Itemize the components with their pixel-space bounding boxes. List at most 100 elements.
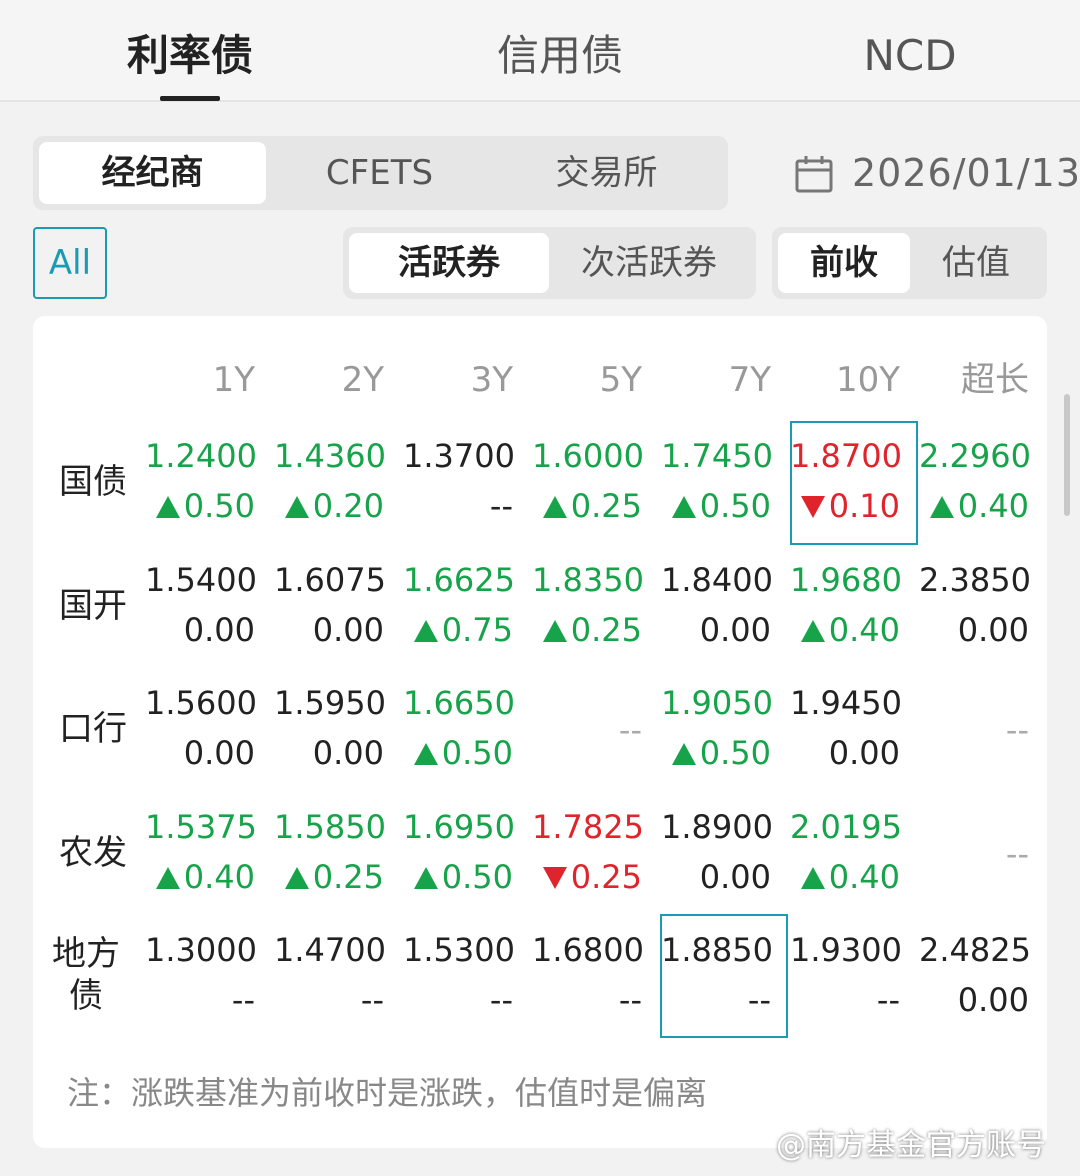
- change-text: --: [489, 487, 513, 525]
- change-value: 0.25: [532, 605, 642, 655]
- cell-treasury-ultra[interactable]: 2.2960 0.40: [919, 431, 1031, 531]
- cell-adbc-2y[interactable]: 1.5850 0.25: [274, 802, 386, 902]
- cell-treasury-1y[interactable]: 1.2400 0.50: [145, 431, 257, 531]
- cell-treasury-2y[interactable]: 1.4360 0.20: [274, 431, 386, 531]
- tab-credit-bonds[interactable]: 信用债: [480, 28, 640, 84]
- change-text: 0.75: [441, 611, 513, 649]
- all-filter-button[interactable]: All: [33, 227, 107, 299]
- change-text: 0.40: [183, 858, 255, 896]
- cell-treasury-3y[interactable]: 1.3700 --: [403, 431, 515, 531]
- cell-treasury-10y[interactable]: 1.8700 0.10: [790, 431, 902, 531]
- cell-local-3y[interactable]: 1.5300 --: [403, 925, 515, 1025]
- cell-exim-ultra[interactable]: --: [919, 678, 1029, 782]
- source-tab-cfets[interactable]: CFETS: [266, 142, 493, 204]
- cell-exim-5y[interactable]: --: [532, 678, 642, 782]
- watermark: @南方基金官方账号: [776, 1128, 1046, 1163]
- cell-cdb-ultra[interactable]: 2.3850 0.00: [919, 555, 1031, 655]
- tab-previous-close[interactable]: 前收: [778, 233, 910, 293]
- yield-value: 1.3000: [145, 931, 257, 969]
- yield-value: 1.4360: [274, 437, 386, 475]
- yield-value: 1.5375: [145, 808, 257, 846]
- yield-value: 1.7450: [661, 437, 773, 475]
- change-value: --: [532, 975, 642, 1025]
- cell-local-2y[interactable]: 1.4700 --: [274, 925, 386, 1025]
- down-arrow-icon: [542, 867, 567, 889]
- calendar-icon: [795, 156, 833, 193]
- footnote: 注：涨跌基准为前收时是涨跌，估值时是偏离: [67, 1074, 708, 1112]
- cell-exim-1y[interactable]: 1.5600 0.00: [145, 678, 257, 778]
- cell-value: --: [1005, 711, 1029, 749]
- yield-value: 1.4700: [274, 931, 386, 969]
- change-value: 0.25: [274, 852, 384, 902]
- cell-cdb-10y[interactable]: 1.9680 0.40: [790, 555, 902, 655]
- change-value: --: [790, 975, 900, 1025]
- change-text: 0.00: [699, 611, 771, 649]
- cell-local-1y[interactable]: 1.3000 --: [145, 925, 257, 1025]
- change-text: --: [231, 981, 255, 1019]
- yield-value: 1.8700: [790, 437, 902, 475]
- cell-cdb-1y[interactable]: 1.5400 0.00: [145, 555, 257, 655]
- change-value: --: [661, 975, 771, 1025]
- change-text: 0.50: [183, 487, 255, 525]
- tab-secondary-active-bonds[interactable]: 次活跃券: [549, 233, 749, 293]
- change-text: 0.10: [828, 487, 900, 525]
- change-text: 0.00: [183, 611, 255, 649]
- tab-ncd[interactable]: NCD: [830, 28, 990, 84]
- cell-cdb-5y[interactable]: 1.8350 0.25: [532, 555, 644, 655]
- source-tab-broker[interactable]: 经纪商: [39, 142, 266, 204]
- cell-adbc-ultra[interactable]: --: [919, 802, 1029, 906]
- yield-value: 1.9300: [790, 931, 902, 969]
- source-segmented-control: 经纪商 CFETS 交易所: [33, 136, 728, 210]
- cell-local-7y[interactable]: 1.8850 --: [661, 925, 773, 1025]
- up-arrow-icon: [413, 620, 438, 642]
- change-value: 0.50: [661, 728, 771, 778]
- yield-value: 1.5950: [274, 684, 386, 722]
- cell-cdb-7y[interactable]: 1.8400 0.00: [661, 555, 773, 655]
- cell-adbc-1y[interactable]: 1.5375 0.40: [145, 802, 257, 902]
- cell-treasury-5y[interactable]: 1.6000 0.25: [532, 431, 644, 531]
- cell-local-5y[interactable]: 1.6800 --: [532, 925, 644, 1025]
- row-label-local: 地方债: [52, 934, 120, 1016]
- cell-exim-2y[interactable]: 1.5950 0.00: [274, 678, 386, 778]
- change-value: 0.00: [145, 728, 255, 778]
- column-header-2y: 2Y: [341, 360, 384, 400]
- scrollbar[interactable]: [1064, 394, 1070, 516]
- cell-exim-10y[interactable]: 1.9450 0.00: [790, 678, 902, 778]
- cell-local-ultra[interactable]: 2.4825 0.00: [919, 925, 1031, 1025]
- cell-adbc-7y[interactable]: 1.8900 0.00: [661, 802, 773, 902]
- up-arrow-icon: [671, 496, 696, 518]
- yield-value: 1.8350: [532, 561, 644, 599]
- yield-value: 1.5600: [145, 684, 257, 722]
- change-text: 0.00: [699, 858, 771, 896]
- yield-value: 2.4825: [919, 931, 1031, 969]
- tab-rate-bonds[interactable]: 利率债: [110, 28, 270, 84]
- source-tab-exchange[interactable]: 交易所: [493, 142, 720, 204]
- yield-value: 1.6800: [532, 931, 644, 969]
- cell-exim-3y[interactable]: 1.6650 0.50: [403, 678, 515, 778]
- change-value: 0.25: [532, 481, 642, 531]
- change-value: 0.40: [145, 852, 255, 902]
- change-text: 0.40: [957, 487, 1029, 525]
- cell-exim-7y[interactable]: 1.9050 0.50: [661, 678, 773, 778]
- change-value: 0.25: [532, 852, 642, 902]
- up-arrow-icon: [800, 867, 825, 889]
- change-text: 0.00: [183, 734, 255, 772]
- yield-value: 1.9680: [790, 561, 902, 599]
- cell-adbc-5y[interactable]: 1.7825 0.25: [532, 802, 644, 902]
- cell-treasury-7y[interactable]: 1.7450 0.50: [661, 431, 773, 531]
- change-text: 0.00: [957, 981, 1029, 1019]
- tab-active-bonds[interactable]: 活跃券: [349, 233, 549, 293]
- cell-cdb-3y[interactable]: 1.6625 0.75: [403, 555, 515, 655]
- cell-cdb-2y[interactable]: 1.6075 0.00: [274, 555, 386, 655]
- cell-adbc-10y[interactable]: 2.0195 0.40: [790, 802, 902, 902]
- yield-value: 1.8850: [661, 931, 773, 969]
- cell-adbc-3y[interactable]: 1.6950 0.50: [403, 802, 515, 902]
- cell-local-10y[interactable]: 1.9300 --: [790, 925, 902, 1025]
- change-text: 0.50: [699, 734, 771, 772]
- change-value: --: [403, 975, 513, 1025]
- tab-valuation[interactable]: 估值: [910, 233, 1042, 293]
- down-arrow-icon: [800, 496, 825, 518]
- change-value: 0.20: [274, 481, 384, 531]
- change-value: 0.40: [790, 605, 900, 655]
- change-text: --: [747, 981, 771, 1019]
